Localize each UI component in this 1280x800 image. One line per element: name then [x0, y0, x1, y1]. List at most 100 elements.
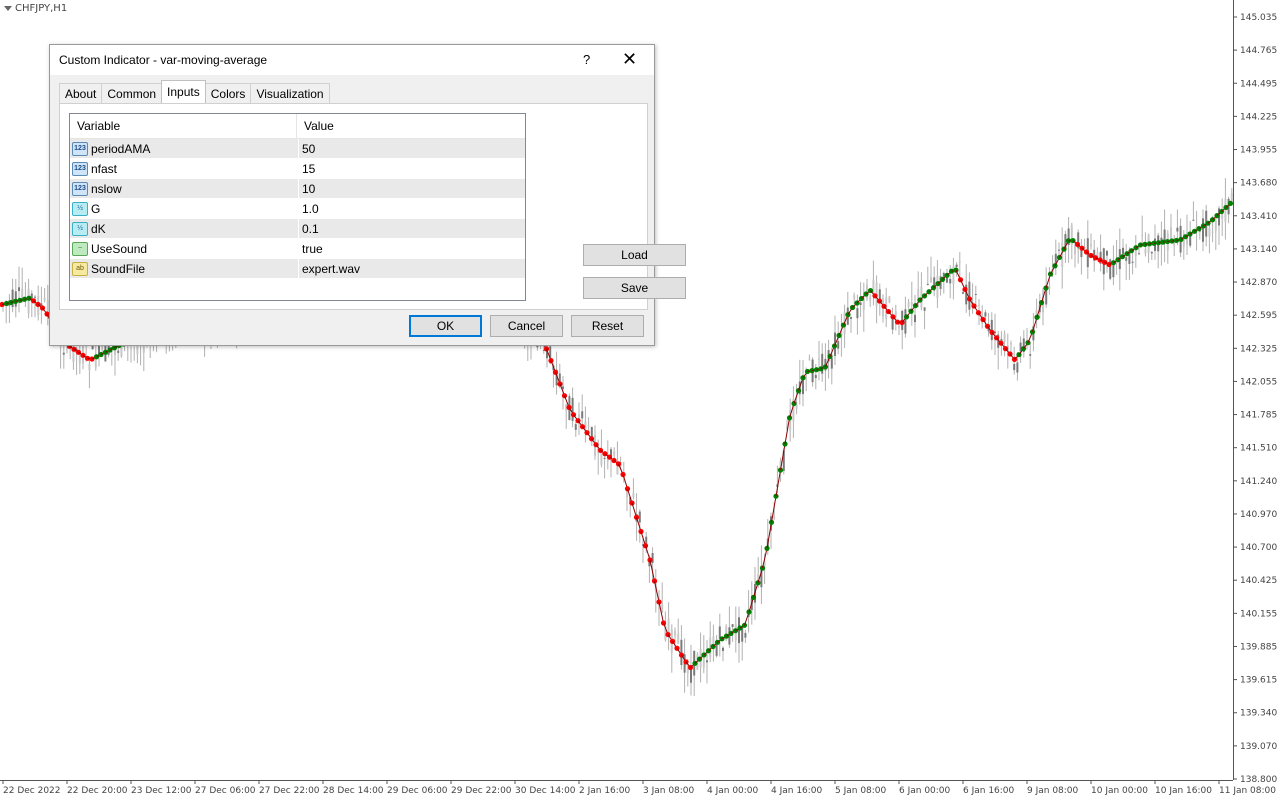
price-label: 142.870 [1240, 278, 1277, 288]
close-icon[interactable]: ✕ [622, 49, 637, 69]
value-cell[interactable]: 50 [299, 139, 315, 158]
column-variable[interactable]: Variable [70, 114, 297, 138]
table-header: Variable Value [70, 114, 525, 139]
candle-body [955, 264, 958, 267]
table-row[interactable]: ab SoundFile expert.wav [70, 259, 525, 279]
ma-dot [741, 622, 748, 628]
variable-name: nslow [91, 181, 122, 196]
candle-body [869, 296, 872, 301]
value-cell[interactable]: 1.0 [299, 199, 319, 218]
candle-body [1058, 249, 1060, 251]
price-label: 140.155 [1240, 609, 1277, 619]
value-cell[interactable]: 10 [299, 179, 315, 198]
candle-body [677, 633, 680, 644]
time-label: 22 Dec 20:00 [67, 786, 128, 796]
time-label: 27 Dec 06:00 [195, 786, 256, 796]
tab-common[interactable]: Common [101, 83, 163, 103]
help-button[interactable]: ? [583, 52, 590, 67]
candle-body [984, 312, 987, 317]
price-label: 140.425 [1240, 576, 1277, 586]
time-label: 10 Jan 16:00 [1155, 786, 1212, 796]
value-cell[interactable]: expert.wav [299, 259, 360, 278]
variable-name: G [91, 201, 101, 216]
candle-body [1010, 343, 1012, 345]
candle-body [1019, 342, 1022, 352]
table-row[interactable]: 123 nfast 15 [70, 159, 525, 179]
candle-body [571, 397, 574, 421]
candle-body [853, 295, 856, 299]
price-label: 138.800 [1240, 775, 1277, 785]
save-button[interactable]: Save [583, 277, 686, 299]
inputs-table[interactable]: Variable Value 123 periodAMA 50 123 nfast 15 1… [69, 113, 526, 301]
ok-button[interactable]: OK [409, 315, 482, 337]
table-row[interactable]: 123 nslow 10 [70, 179, 525, 199]
dialog-title: Custom Indicator - var-moving-average [59, 53, 268, 67]
tab-about[interactable]: About [59, 83, 103, 103]
chart-symbol[interactable]: CHFJPY,H1 [4, 3, 67, 14]
cancel-button[interactable]: Cancel [490, 315, 563, 337]
candle-body [914, 314, 916, 323]
candle-body [1090, 244, 1092, 247]
candle-body [773, 515, 776, 519]
price-axis: 145.035 144.765 144.495 144.225 143.955 143.6… [1233, 13, 1277, 785]
value-cell[interactable]: 0.1 [299, 219, 319, 238]
candle-body [856, 308, 859, 319]
candle-body [920, 286, 923, 308]
value-cell[interactable]: true [299, 239, 323, 258]
candle-body [830, 358, 833, 369]
candle-body [1214, 220, 1217, 231]
price-label: 141.240 [1240, 477, 1277, 487]
variable-cell: ~ UseSound [70, 239, 299, 258]
param-type-dbl-icon: ½ [72, 201, 88, 216]
candle-body [907, 302, 910, 307]
candle-body [94, 358, 97, 368]
candle-body [680, 639, 683, 665]
time-label: 29 Dec 22:00 [451, 786, 512, 796]
table-row[interactable]: ~ UseSound true [70, 239, 525, 259]
tab-visualization[interactable]: Visualization [250, 83, 330, 103]
candle-body [1224, 198, 1227, 222]
candle-body [949, 278, 952, 284]
price-label: 142.055 [1240, 377, 1277, 387]
price-label: 142.325 [1240, 344, 1277, 354]
candle-body [21, 288, 24, 299]
tab-colors[interactable]: Colors [204, 83, 252, 103]
load-button[interactable]: Load [583, 244, 686, 266]
price-label: 140.970 [1240, 510, 1277, 520]
variable-name: nfast [91, 161, 118, 176]
time-label: 6 Jan 00:00 [899, 786, 951, 796]
column-value[interactable]: Value [297, 114, 334, 138]
table-body: 123 periodAMA 50 123 nfast 15 123 nslow 10 ½ G 1.0 ½… [70, 139, 525, 279]
candle-body [958, 261, 961, 263]
candle-body [603, 457, 606, 460]
candle-body [1134, 249, 1137, 257]
candle-body [1106, 250, 1108, 256]
candle-body [1230, 193, 1233, 202]
reset-button[interactable]: Reset [571, 315, 644, 337]
table-row[interactable]: ½ dK 0.1 [70, 219, 525, 239]
candle-body [34, 296, 36, 298]
time-label: 10 Jan 00:00 [1091, 786, 1148, 796]
candle-body [837, 341, 840, 349]
candle-body [814, 374, 817, 379]
table-row[interactable]: 123 periodAMA 50 [70, 139, 525, 159]
time-label: 30 Dec 14:00 [515, 786, 576, 796]
tab-inputs[interactable]: Inputs [161, 80, 206, 103]
candle-body [1045, 289, 1048, 305]
dialog-title-bar[interactable]: Custom Indicator - var-moving-average ? … [50, 45, 654, 75]
variable-name: periodAMA [91, 141, 151, 156]
price-label: 141.510 [1240, 444, 1277, 454]
time-label: 27 Dec 22:00 [259, 786, 320, 796]
candle-body [581, 411, 584, 419]
variable-cell: ab SoundFile [70, 259, 299, 278]
table-row[interactable]: ½ G 1.0 [70, 199, 525, 219]
ma-dot [732, 628, 739, 634]
value-cell[interactable]: 15 [299, 159, 315, 178]
candle-body [674, 630, 676, 636]
candle-body [117, 350, 120, 353]
candle-body [587, 425, 590, 427]
candle-body [1176, 227, 1179, 232]
candle-body [850, 317, 852, 319]
candle-body [645, 536, 648, 544]
param-type-int-icon: 123 [72, 181, 88, 196]
